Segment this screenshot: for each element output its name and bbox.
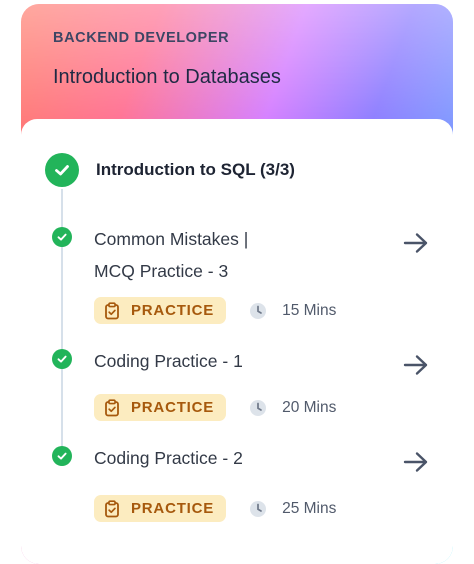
clipboard-icon — [105, 398, 119, 416]
check-circle-icon — [52, 349, 72, 369]
item-meta: PRACTICE 25 Mins — [94, 495, 336, 522]
practice-badge: PRACTICE — [94, 495, 227, 522]
arrow-right-icon[interactable] — [402, 353, 430, 377]
arrow-right-icon[interactable] — [402, 450, 430, 474]
item-meta: PRACTICE 20 Mins — [94, 394, 336, 421]
clock-icon — [250, 500, 267, 517]
badge-label: PRACTICE — [131, 399, 215, 416]
clipboard-icon — [105, 301, 119, 319]
course-title: Introduction to Databases — [53, 66, 281, 88]
section-title: Introduction to SQL (3/3) — [96, 160, 295, 179]
badge-label: PRACTICE — [131, 500, 215, 517]
check-circle-icon — [52, 446, 72, 466]
check-circle-icon — [45, 153, 79, 187]
item-title[interactable]: Common Mistakes | MCQ Practice - 3 — [94, 223, 394, 287]
duration-label: 25 Mins — [282, 499, 337, 517]
module-panel: Introduction to SQL (3/3) Common Mistake… — [21, 119, 453, 564]
clock-icon — [250, 399, 267, 416]
course-card: BACKEND DEVELOPER Introduction to Databa… — [21, 4, 453, 564]
clipboard-icon — [105, 499, 119, 517]
item-meta: PRACTICE 15 Mins — [94, 297, 336, 324]
duration-label: 20 Mins — [282, 398, 337, 416]
clock-icon — [250, 302, 267, 319]
check-circle-icon — [52, 227, 72, 247]
item-title[interactable]: Coding Practice - 2 — [94, 442, 394, 474]
badge-label: PRACTICE — [131, 302, 215, 319]
practice-badge: PRACTICE — [94, 394, 227, 421]
section-header: Introduction to SQL (3/3) — [45, 153, 295, 187]
duration-label: 15 Mins — [282, 301, 337, 319]
item-title[interactable]: Coding Practice - 1 — [94, 345, 394, 377]
track-label: BACKEND DEVELOPER — [53, 30, 230, 46]
practice-badge: PRACTICE — [94, 297, 227, 324]
arrow-right-icon[interactable] — [402, 231, 430, 255]
